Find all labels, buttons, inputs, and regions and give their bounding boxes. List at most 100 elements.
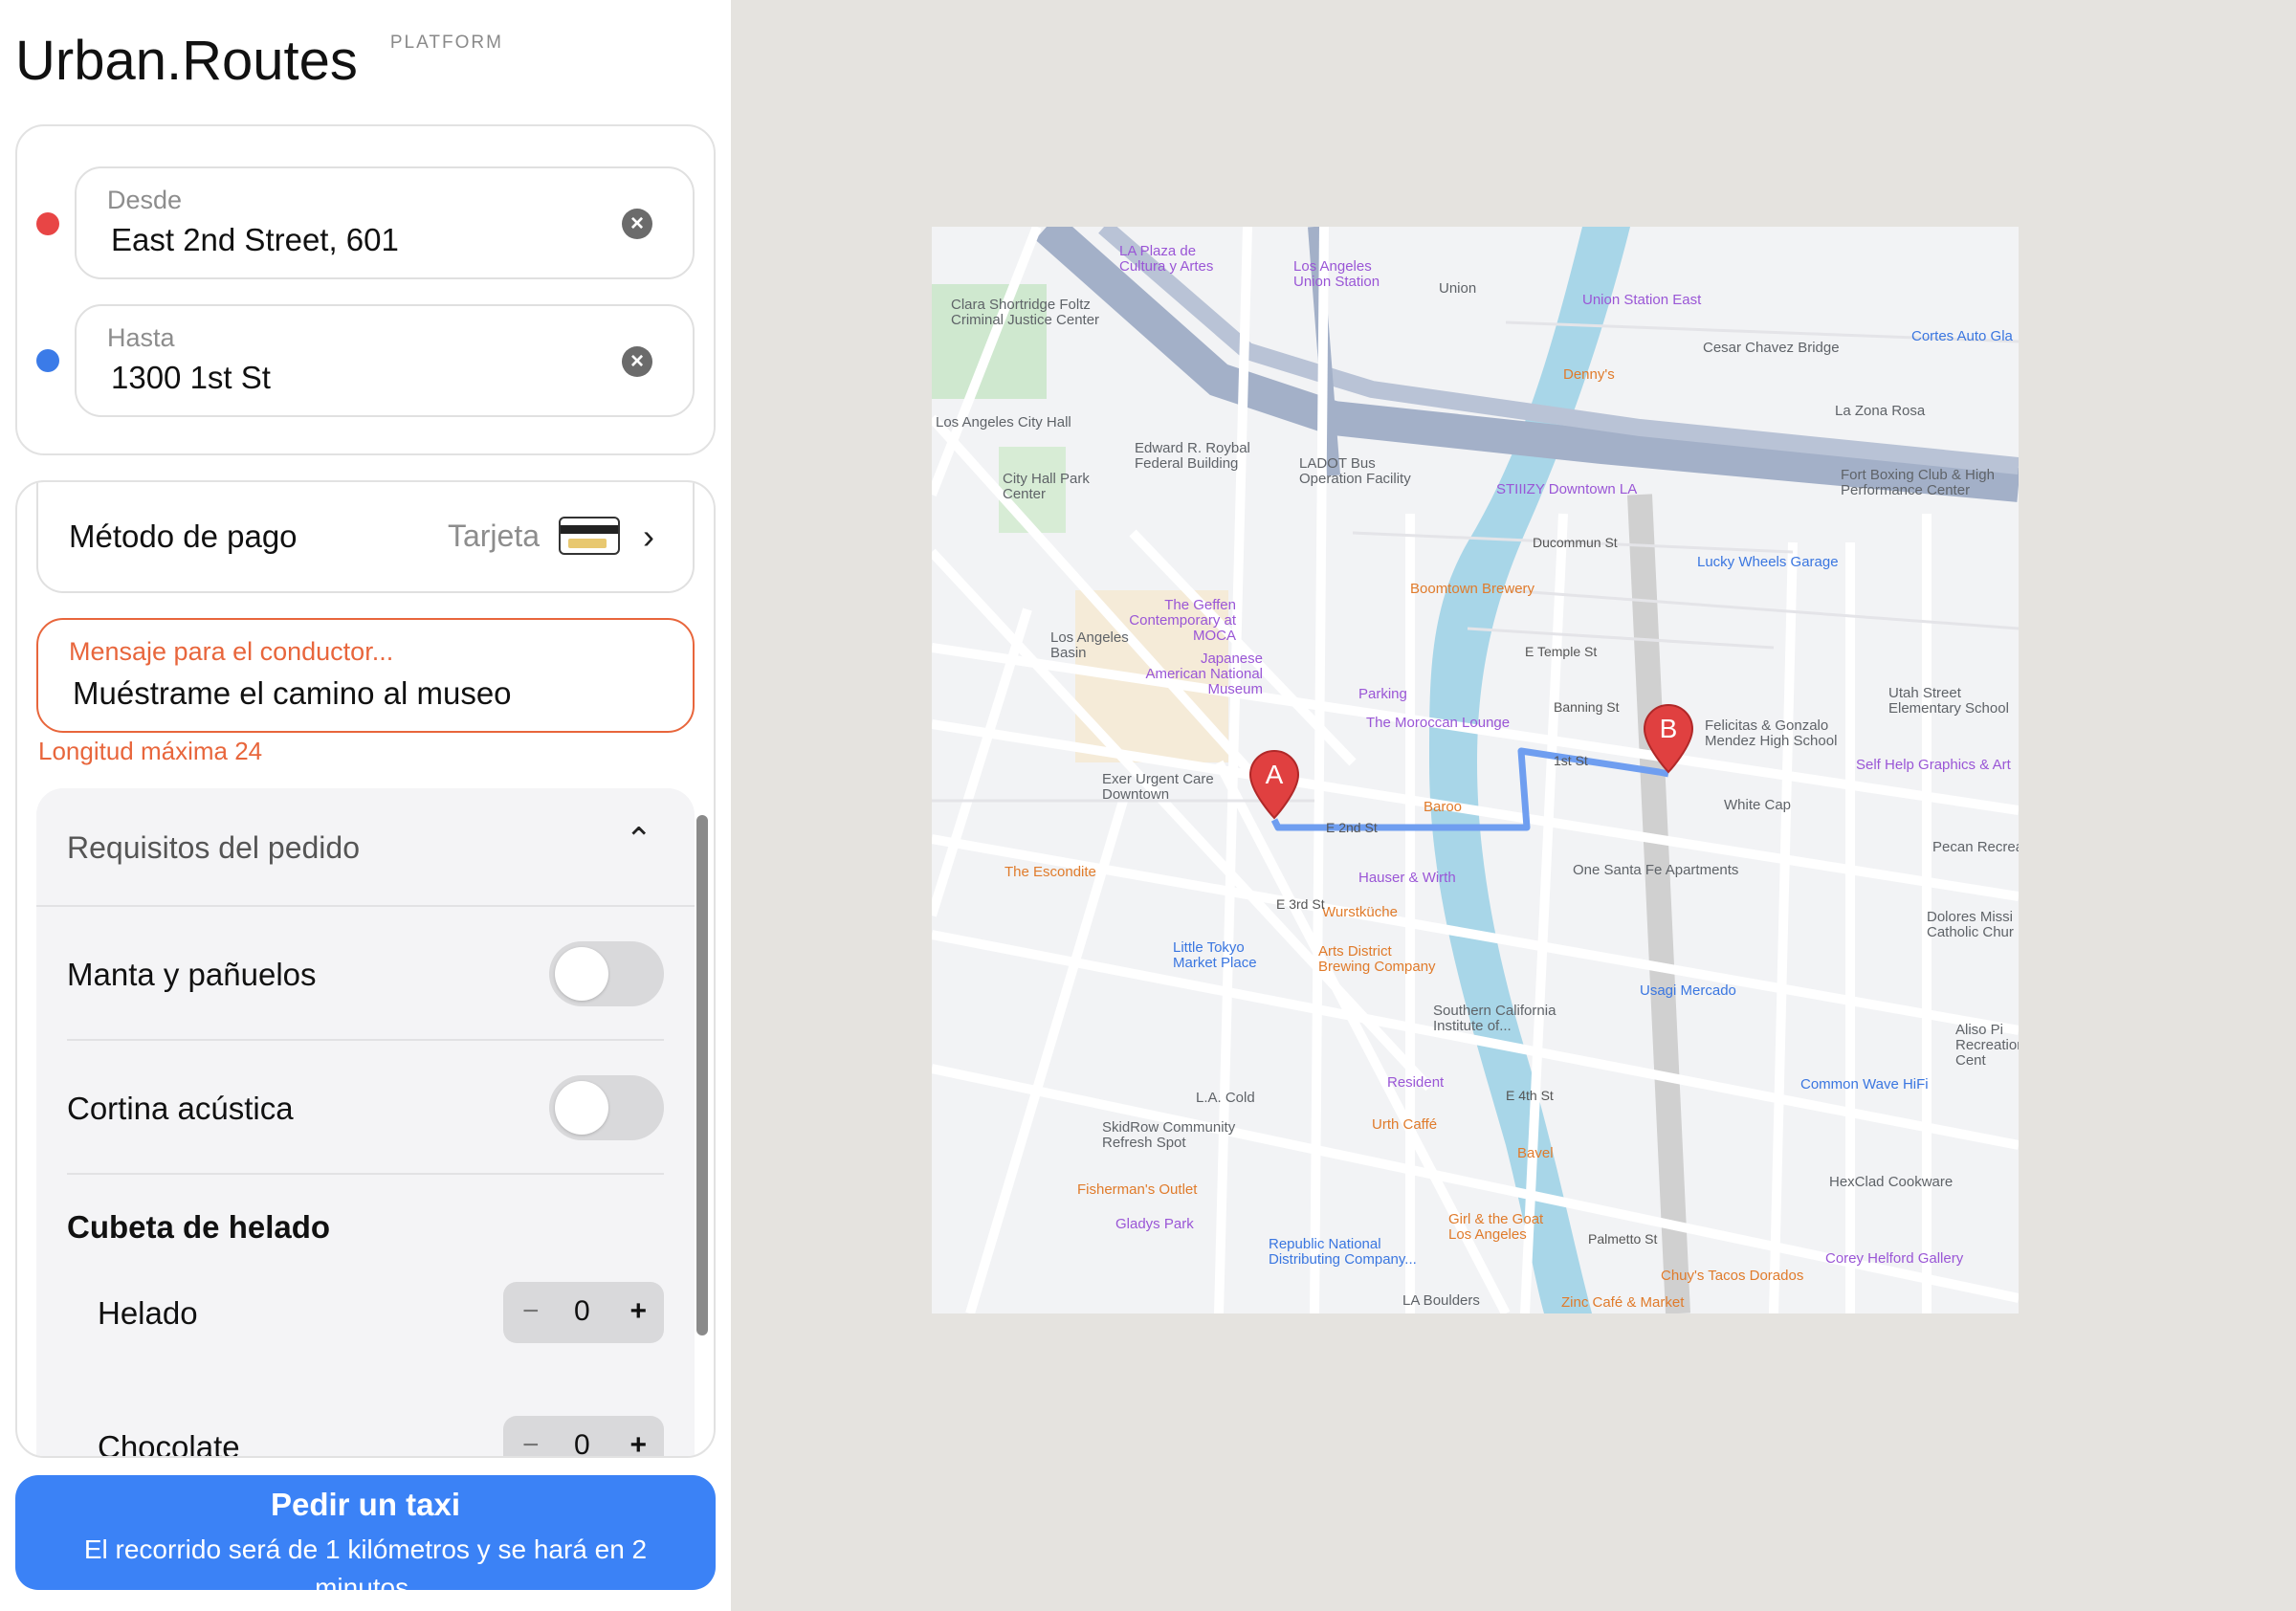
brand: Urban.Routes PLATFORM [15,29,503,93]
map-label[interactable]: Common Wave HiFi [1800,1076,1929,1092]
blanket-toggle[interactable] [549,941,664,1006]
order-button-subtitle: El recorrido será de 1 kilómetros y se h… [83,1534,648,1590]
map-label[interactable]: Clara Shortridge Foltz Criminal Justice … [951,298,1123,328]
map-label[interactable]: Bavel [1517,1145,1554,1161]
map-label[interactable]: Union Station East [1582,292,1701,308]
map-label[interactable]: Felicitas & Gonzalo Mendez High School [1705,718,1839,749]
marker-b-label: B [1660,714,1678,743]
route-map[interactable]: A B LA Plaza de Cultura y Artes Los Ange… [932,227,2019,1313]
map-label[interactable]: Baroo [1424,799,1462,815]
payment-method-label: Método de pago [69,519,298,554]
map-label: E 2nd St [1326,820,1378,835]
clear-to-icon[interactable]: × [622,346,652,377]
order-taxi-button[interactable]: Pedir un taxi El recorrido será de 1 kil… [15,1475,716,1590]
map-label[interactable]: Cesar Chavez Bridge [1703,340,1840,356]
map-label: Ducommun St [1533,535,1618,550]
chevron-right-icon: › [643,517,654,556]
map-label[interactable]: Pecan Recrea [1932,839,2019,855]
curtain-toggle[interactable] [549,1075,664,1140]
icecream-label: Chocolate [98,1429,240,1458]
origin-dot-icon [36,212,59,235]
logo: Urban.Routes [15,30,358,92]
decrement-button[interactable]: − [522,1295,540,1328]
chevron-up-icon[interactable]: ⌃ [626,821,653,859]
map-label: 1st St [1554,753,1588,768]
map-label[interactable]: Usagi Mercado [1640,982,1736,999]
map-label[interactable]: Dolores Missi Catholic Chur [1927,910,2019,940]
requirements-section: Requisitos del pedido ⌃ Manta y pañuelos… [36,788,695,1458]
map-label[interactable]: Los Angeles Union Station [1293,259,1408,290]
map-label[interactable]: Aliso Pi Recreation Cent [1955,1023,2019,1069]
clear-from-icon[interactable]: × [622,209,652,239]
to-input[interactable]: 1300 1st St [111,360,271,396]
map-label[interactable]: Exer Urgent Care Downtown [1102,772,1226,803]
map-label[interactable]: Republic National Distributing Company..… [1269,1237,1431,1268]
increment-button[interactable]: + [629,1429,647,1456]
from-input[interactable]: East 2nd Street, 601 [111,222,399,258]
map-label: Palmetto St [1588,1231,1658,1247]
marker-b-icon[interactable]: B [1643,703,1694,774]
quantity-stepper: − 0 + [503,1282,664,1343]
route-card: Desde East 2nd Street, 601 × Hasta 1300 … [15,124,716,455]
map-label[interactable]: Parking [1358,686,1407,702]
map-label[interactable]: Edward R. Roybal Federal Building [1135,441,1269,472]
map-label: E 4th St [1506,1088,1554,1103]
options-scrollbar[interactable] [696,815,708,1335]
map-label[interactable]: LA Plaza de Cultura y Artes [1119,244,1244,275]
to-label: Hasta [107,323,175,352]
map-label[interactable]: The Moroccan Lounge [1366,715,1510,731]
driver-message-input[interactable]: Muéstrame el camino al museo [73,675,512,712]
map-label[interactable]: Zinc Café & Market [1561,1294,1684,1311]
map-label[interactable]: Japanese American National Museum [1138,651,1263,697]
map-label[interactable]: Urth Caffé [1372,1116,1437,1133]
map-label[interactable]: White Cap [1724,797,1791,813]
map-label[interactable]: Union [1439,280,1476,297]
map-label[interactable]: Gladys Park [1115,1216,1194,1232]
quantity-value: 0 [574,1295,590,1327]
requirements-header[interactable]: Requisitos del pedido ⌃ [36,788,695,907]
map-label[interactable]: Little Tokyo Market Place [1173,940,1269,971]
map-label[interactable]: Fisherman's Outlet [1077,1181,1197,1198]
map-label[interactable]: Self Help Graphics & Art [1856,757,2011,773]
order-options-card: Método de pago Tarjeta › Mensaje para el… [15,480,716,1458]
map-label[interactable]: The Escondite [1004,864,1096,880]
map-label[interactable]: SkidRow Community Refresh Spot [1102,1120,1265,1151]
requirement-blanket: Manta y pañuelos [67,907,664,1041]
map-label[interactable]: Corey Helford Gallery [1825,1250,1963,1267]
map-label[interactable]: Hauser & Wirth [1358,870,1456,886]
map-label[interactable]: Resident [1387,1074,1444,1091]
driver-message-field[interactable]: Mensaje para el conductor... Muéstrame e… [36,618,695,733]
map-label[interactable]: LA Boulders [1402,1292,1480,1309]
map-label[interactable]: LADOT Bus Operation Facility [1299,456,1433,487]
map-label[interactable]: City Hall Park Center [1003,472,1098,502]
map-label[interactable]: Arts District Brewing Company [1318,944,1443,975]
map-label[interactable]: Fort Boxing Club & High Performance Cent… [1841,468,2019,498]
map-label: E 3rd St [1276,896,1325,912]
map-label[interactable]: Girl & the Goat Los Angeles [1448,1212,1563,1243]
map-label[interactable]: One Santa Fe Apartments [1573,862,1738,878]
map-label[interactable]: Cortes Auto Gla [1911,328,2013,344]
map-label[interactable]: Denny's [1563,366,1615,383]
payment-method-button[interactable]: Método de pago Tarjeta › [36,482,695,593]
urban-routes-app: Urban.Routes PLATFORM Desde East 2nd Str… [0,0,2296,1611]
map-label[interactable]: Boomtown Brewery [1410,581,1534,597]
map-label[interactable]: L.A. Cold [1196,1090,1255,1106]
map-label[interactable]: STIIIZY Downtown LA [1496,481,1637,497]
map-label[interactable]: Lucky Wheels Garage [1697,554,1839,570]
platform-label: PLATFORM [389,33,503,53]
increment-button[interactable]: + [629,1295,647,1328]
map-label[interactable]: Wurstküche [1322,904,1398,920]
from-label: Desde [107,186,183,214]
driver-message-label: Mensaje para el conductor... [69,637,394,666]
marker-a-icon[interactable]: A [1248,749,1300,820]
map-label[interactable]: Utah Street Elementary School [1888,686,2013,717]
map-label[interactable]: HexClad Cookware [1829,1174,1953,1190]
map-label[interactable]: Southern California Institute of... [1433,1004,1567,1034]
map-label[interactable]: Los Angeles City Hall [936,414,1071,430]
decrement-button[interactable]: − [522,1429,540,1456]
from-field[interactable]: Desde East 2nd Street, 601 × [75,166,695,279]
map-label[interactable]: Chuy's Tacos Dorados [1661,1268,1803,1284]
to-field[interactable]: Hasta 1300 1st St × [75,304,695,417]
order-button-title: Pedir un taxi [270,1487,461,1522]
map-label[interactable]: La Zona Rosa [1835,403,1925,419]
